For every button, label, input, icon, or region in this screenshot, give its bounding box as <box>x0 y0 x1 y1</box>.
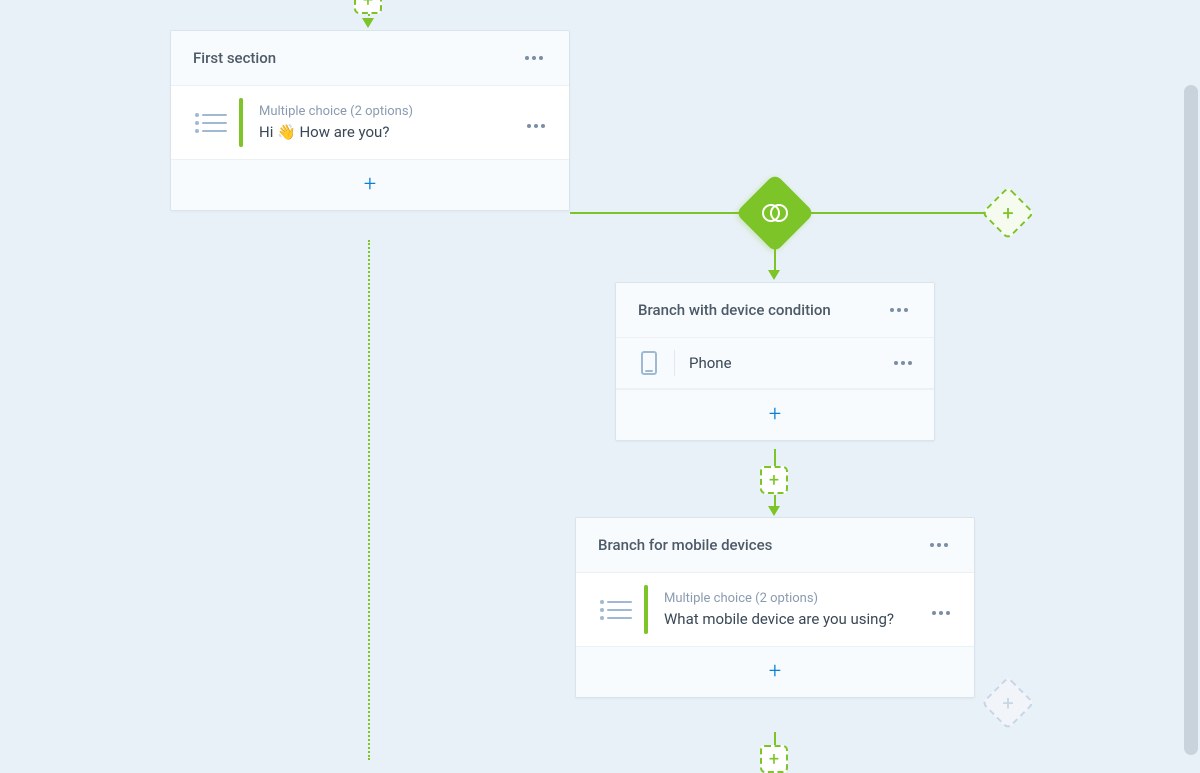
plus-icon: + <box>364 174 376 196</box>
card-body[interactable]: Multiple choice (2 options) Hi 👋 How are… <box>171 86 569 159</box>
card-branch-device[interactable]: Branch with device condition Phone + <box>615 282 935 441</box>
connector-left-dotted <box>368 240 370 760</box>
card-header: First section <box>171 31 569 86</box>
add-condition-faded[interactable]: + <box>981 676 1035 730</box>
add-condition-right[interactable]: + <box>981 186 1035 240</box>
add-question-button[interactable]: + <box>576 646 974 697</box>
condition-diamond-icon <box>747 185 803 241</box>
more-icon[interactable] <box>521 52 547 64</box>
phone-icon <box>634 351 664 375</box>
list-icon <box>191 111 231 135</box>
card-title: Branch with device condition <box>638 301 831 319</box>
card-branch-mobile[interactable]: Branch for mobile devices <box>575 517 975 698</box>
add-step-bottom[interactable]: + <box>760 745 788 773</box>
more-icon[interactable] <box>886 304 912 316</box>
arrow-v1 <box>768 270 780 280</box>
more-icon[interactable] <box>523 120 549 132</box>
connector-v1 <box>774 241 776 271</box>
card-header: Branch for mobile devices <box>576 518 974 573</box>
condition-value: Phone <box>689 354 890 372</box>
question-text-block: Multiple choice (2 options) What mobile … <box>664 591 918 628</box>
more-icon[interactable] <box>890 357 916 369</box>
more-icon[interactable] <box>926 539 952 551</box>
arrow-top <box>362 18 374 28</box>
add-step-top[interactable]: + <box>354 0 382 14</box>
arrow-v2 <box>768 506 780 516</box>
add-step-mid[interactable]: + <box>760 466 788 494</box>
connector-v3a <box>774 732 776 746</box>
card-title: Branch for mobile devices <box>598 536 772 554</box>
divider <box>674 350 675 376</box>
connector-v2a <box>774 449 776 467</box>
card-header: Branch with device condition <box>616 283 934 338</box>
add-condition-button[interactable]: + <box>616 389 934 440</box>
scrollbar[interactable] <box>1184 85 1198 755</box>
plus-icon: + <box>769 661 781 683</box>
condition-row[interactable]: Phone <box>616 338 934 389</box>
card-title: First section <box>193 49 276 67</box>
question-text: Hi 👋 How are you? <box>259 123 513 141</box>
question-type-label: Multiple choice (2 options) <box>664 591 918 606</box>
list-icon <box>596 598 636 622</box>
more-icon[interactable] <box>928 607 954 619</box>
add-question-button[interactable]: + <box>171 159 569 210</box>
question-text-block: Multiple choice (2 options) Hi 👋 How are… <box>259 104 513 141</box>
card-body[interactable]: Multiple choice (2 options) What mobile … <box>576 573 974 646</box>
accent-bar <box>239 98 243 147</box>
plus-icon: + <box>769 404 781 426</box>
card-first-section[interactable]: First section <box>170 30 570 211</box>
question-type-label: Multiple choice (2 options) <box>259 104 513 119</box>
question-text: What mobile device are you using? <box>664 610 918 628</box>
accent-bar <box>644 585 648 634</box>
wave-emoji: 👋 <box>277 123 296 141</box>
flow-canvas[interactable]: + + + + + First section <box>0 0 1200 760</box>
